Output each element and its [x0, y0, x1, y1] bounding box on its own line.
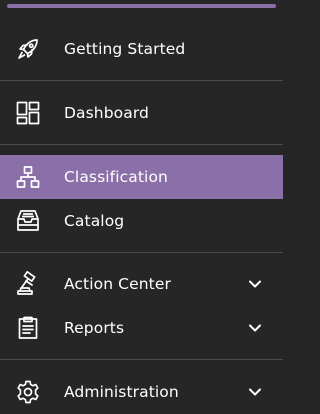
sidebar-nav: Getting Started Dashboard Classification — [0, 0, 283, 414]
rocket-icon — [15, 36, 41, 62]
sidebar-item-classification[interactable]: Classification — [0, 155, 283, 199]
sidebar-item-action-center[interactable]: Action Center — [0, 262, 283, 306]
sidebar-item-label: Administration — [64, 383, 179, 401]
chevron-down-icon[interactable] — [247, 384, 263, 400]
divider — [0, 144, 283, 145]
divider — [0, 80, 283, 81]
chevron-down-icon[interactable] — [247, 320, 263, 336]
hierarchy-icon — [15, 164, 41, 190]
sidebar-item-label: Classification — [64, 168, 168, 186]
divider — [0, 359, 283, 360]
sidebar-item-label: Catalog — [64, 212, 125, 230]
sidebar-item-label: Reports — [64, 319, 125, 337]
sidebar-item-label: Dashboard — [64, 104, 149, 122]
sidebar-item-reports[interactable]: Reports — [0, 306, 283, 350]
gear-icon — [15, 379, 41, 405]
sidebar-item-getting-started[interactable]: Getting Started — [0, 27, 283, 71]
tray-icon — [15, 208, 41, 234]
sidebar-item-label: Action Center — [64, 275, 171, 293]
sidebar-item-label: Getting Started — [64, 40, 186, 58]
dashboard-icon — [15, 100, 41, 126]
divider — [0, 252, 283, 253]
sidebar-item-dashboard[interactable]: Dashboard — [0, 91, 283, 135]
clipboard-icon — [15, 315, 41, 341]
sidebar-item-administration[interactable]: Administration — [0, 370, 283, 414]
gavel-icon — [15, 271, 41, 297]
chevron-down-icon[interactable] — [247, 276, 263, 292]
sidebar-item-catalog[interactable]: Catalog — [0, 199, 283, 243]
